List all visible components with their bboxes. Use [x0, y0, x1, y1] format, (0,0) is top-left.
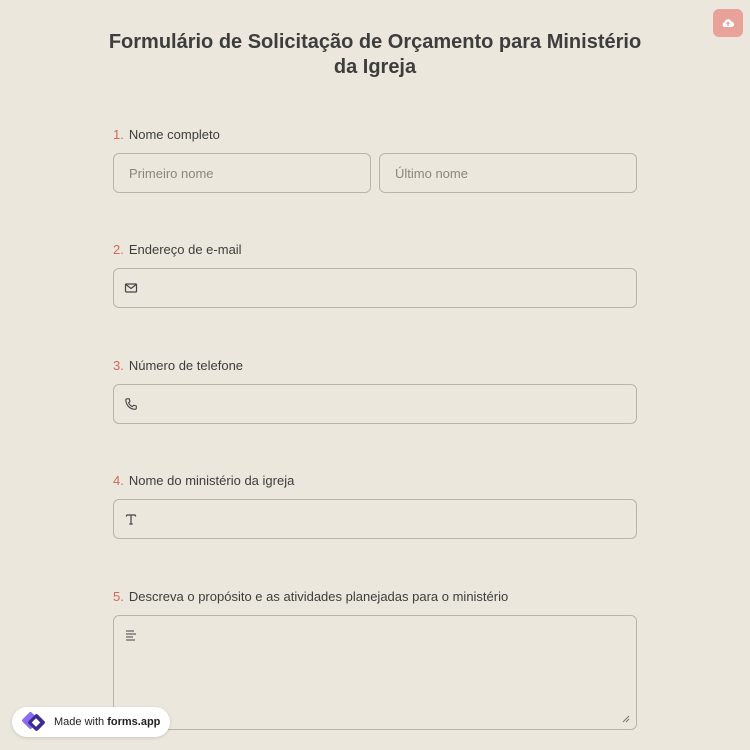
first-name-placeholder: Primeiro nome: [129, 165, 214, 181]
mail-icon: [124, 283, 138, 293]
badge-prefix: Made with: [54, 716, 105, 728]
ministry-name-field[interactable]: [113, 499, 637, 539]
question-text: Número de telefone: [128, 358, 244, 373]
question-number: 4.: [113, 473, 124, 488]
question-full-name: 1. Nome completo Primeiro nome Último nom…: [113, 126, 637, 193]
email-field[interactable]: [113, 268, 637, 308]
question-text: Descreva o propósito e as atividades pla…: [128, 589, 509, 604]
question-number: 3.: [113, 358, 124, 373]
question-email: 2. Endereço de e-mail: [113, 241, 637, 308]
resize-handle-icon[interactable]: [622, 715, 630, 723]
save-cloud-button[interactable]: [713, 9, 743, 37]
question-ministry-name: 4. Nome do ministério da igreja: [113, 472, 637, 539]
forms-app-logo-icon: [22, 712, 45, 731]
made-with-badge[interactable]: Made with forms.app: [12, 707, 170, 737]
question-label: 1. Nome completo: [113, 126, 637, 144]
question-label: 4. Nome do ministério da igreja: [113, 472, 637, 490]
question-label: 2. Endereço de e-mail: [113, 241, 637, 259]
purpose-textarea[interactable]: [113, 615, 637, 730]
question-text: Nome do ministério da igreja: [128, 473, 295, 488]
badge-text: Made with forms.app: [54, 716, 160, 728]
phone-field[interactable]: [113, 384, 637, 424]
question-purpose: 5. Descreva o propósito e as atividades p…: [113, 588, 637, 730]
question-phone: 3. Número de telefone: [113, 357, 637, 424]
paragraph-icon: [126, 630, 136, 641]
question-text: Nome completo: [128, 127, 220, 142]
last-name-placeholder: Último nome: [395, 165, 468, 181]
form-title: Formulário de Solicitação de Orçamento p…: [108, 31, 642, 78]
cloud-upload-icon: [722, 19, 735, 28]
badge-brand: forms.app: [107, 716, 161, 728]
question-number: 2.: [113, 242, 124, 257]
question-number: 5.: [113, 589, 124, 604]
question-text: Endereço de e-mail: [128, 242, 242, 257]
phone-icon: [125, 398, 137, 410]
first-name-input[interactable]: Primeiro nome: [113, 153, 371, 193]
last-name-input[interactable]: Último nome: [379, 153, 637, 193]
question-label: 5. Descreva o propósito e as atividades p…: [113, 588, 637, 606]
text-icon: [125, 514, 137, 525]
question-label: 3. Número de telefone: [113, 357, 637, 375]
question-number: 1.: [113, 127, 124, 142]
